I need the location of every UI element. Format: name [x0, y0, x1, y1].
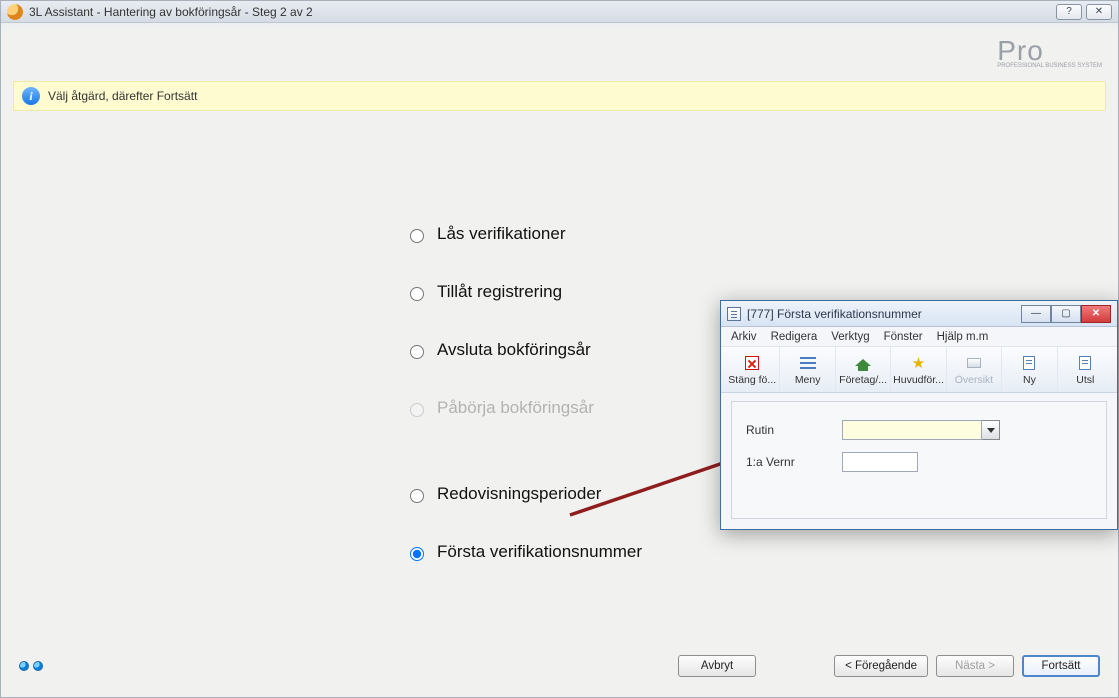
toolbar-label: Meny	[795, 374, 821, 386]
house-icon	[854, 354, 872, 372]
status-dot-icon	[19, 661, 29, 671]
option-label: Första verifikationsnummer	[437, 542, 642, 562]
menu-fonster[interactable]: Fönster	[884, 331, 923, 343]
radio-start-year	[410, 403, 424, 417]
toolbar-close-window[interactable]: Stäng fö...	[725, 347, 780, 392]
close-child-button[interactable]: ✕	[1081, 305, 1111, 323]
child-form: Rutin 1:a Vernr	[731, 401, 1107, 519]
toolbar-label: Stäng fö...	[728, 374, 776, 386]
cancel-button[interactable]: Avbryt	[678, 655, 756, 677]
app-icon	[7, 4, 23, 20]
option-lock-verifications[interactable]: Lås verifikationer	[405, 205, 805, 263]
option-label: Lås verifikationer	[437, 224, 566, 244]
close-main-button[interactable]: ✕	[1086, 4, 1112, 20]
child-title: [777] Första verifikationsnummer	[747, 307, 922, 321]
toolbar-label: Företag/...	[839, 374, 887, 386]
radio-lock-verifications[interactable]	[410, 229, 424, 243]
toolbar-utsl[interactable]: Utsl	[1058, 347, 1113, 392]
child-toolbar: Stäng fö... Meny Företag/... ★ Huvudför.…	[721, 347, 1117, 393]
brand-logo: Pro PROFESSIONAL BUSINESS SYSTEM	[997, 35, 1102, 69]
next-button: Nästa >	[936, 655, 1014, 677]
toolbar-label: Översikt	[955, 374, 994, 386]
continue-button[interactable]: Fortsätt	[1022, 655, 1100, 677]
menu-verktyg[interactable]: Verktyg	[831, 331, 869, 343]
child-menubar: Arkiv Redigera Verktyg Fönster Hjälp m.m	[721, 327, 1117, 347]
main-titlebar: 3L Assistant - Hantering av bokföringsår…	[1, 1, 1118, 23]
menu-arkiv[interactable]: Arkiv	[731, 331, 757, 343]
main-title: 3L Assistant - Hantering av bokföringsår…	[29, 5, 313, 19]
rutin-dropdown-button[interactable]	[982, 420, 1000, 440]
rutin-input[interactable]	[842, 420, 982, 440]
menu-hjalp[interactable]: Hjälp m.m	[937, 331, 989, 343]
option-label: Avsluta bokföringsår	[437, 340, 591, 360]
document-icon	[1076, 354, 1094, 372]
close-red-icon	[743, 354, 761, 372]
wizard-footer: Avbryt < Föregående Nästa > Fortsätt	[11, 651, 1108, 681]
document-icon	[727, 307, 741, 321]
info-bar: i Välj åtgärd, därefter Fortsätt	[13, 81, 1106, 111]
toolbar-label: Ny	[1023, 374, 1036, 386]
maximize-button[interactable]: ▢	[1051, 305, 1081, 323]
option-label: Påbörja bokföringsår	[437, 398, 594, 418]
status-dots	[19, 661, 43, 671]
option-first-voucher-number[interactable]: Första verifikationsnummer	[405, 523, 805, 581]
toolbar-menu[interactable]: Meny	[780, 347, 835, 392]
rutin-combo[interactable]	[842, 420, 1092, 440]
radio-allow-registration[interactable]	[410, 287, 424, 301]
toolbar-company[interactable]: Företag/...	[836, 347, 891, 392]
star-icon: ★	[910, 354, 928, 372]
info-text: Välj åtgärd, därefter Fortsätt	[48, 89, 197, 103]
previous-button[interactable]: < Föregående	[834, 655, 928, 677]
child-window: [777] Första verifikationsnummer — ▢ ✕ A…	[720, 300, 1118, 530]
document-icon	[1020, 354, 1038, 372]
radio-first-voucher-number[interactable]	[410, 547, 424, 561]
radio-close-year[interactable]	[410, 345, 424, 359]
vernr-input[interactable]	[842, 452, 918, 472]
bars-icon	[799, 354, 817, 372]
menu-redigera[interactable]: Redigera	[771, 331, 818, 343]
toolbar-overview: Översikt	[947, 347, 1002, 392]
option-label: Redovisningsperioder	[437, 484, 601, 504]
info-icon: i	[22, 87, 40, 105]
help-button[interactable]: ?	[1056, 4, 1082, 20]
minimize-button[interactable]: —	[1021, 305, 1051, 323]
child-titlebar: [777] Första verifikationsnummer — ▢ ✕	[721, 301, 1117, 327]
radio-accounting-periods[interactable]	[410, 489, 424, 503]
option-label: Tillåt registrering	[437, 282, 562, 302]
toolbar-label: Huvudför...	[893, 374, 944, 386]
toolbar-new[interactable]: Ny	[1002, 347, 1057, 392]
toolbar-label: Utsl	[1076, 374, 1094, 386]
rutin-label: Rutin	[746, 423, 836, 437]
status-dot-icon	[33, 661, 43, 671]
vernr-field[interactable]	[842, 452, 1092, 472]
vernr-label: 1:a Vernr	[746, 455, 836, 469]
box-icon	[965, 354, 983, 372]
toolbar-main[interactable]: ★ Huvudför...	[891, 347, 946, 392]
